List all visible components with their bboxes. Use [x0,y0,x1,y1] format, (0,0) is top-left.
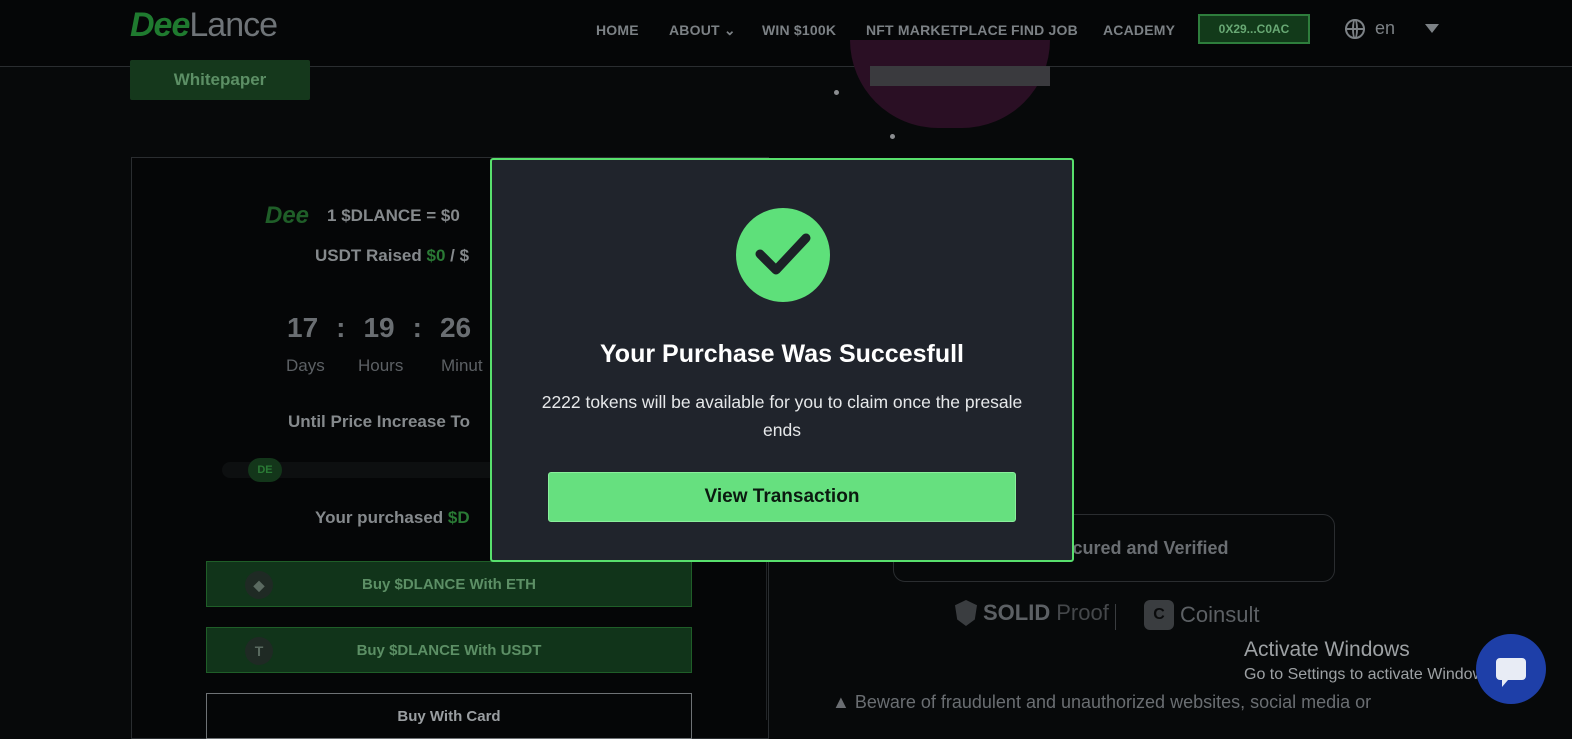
whitepaper-button[interactable]: Whitepaper [130,60,310,100]
nav-about-label: ABOUT [669,22,720,38]
nav-win[interactable]: WIN $100K [762,22,836,38]
coinsult-label: Coinsult [1180,602,1260,627]
buy-usdt-label: Buy $DLANCE With USDT [356,641,542,659]
activate-title: Activate Windows [1244,638,1410,661]
nav-nft-marketplace[interactable]: NFT MARKETPLACE [866,22,1007,38]
price-increase-text: Until Price Increase To [288,412,471,431]
purchased-token: $D [447,508,470,527]
activate-subtitle: Go to Settings to activate Windows. [1244,666,1497,683]
buy-with-card-button[interactable]: Buy With Card [206,693,692,739]
caret-down-icon [1425,24,1440,33]
countdown-timer: 17 : 19 : 26 [287,312,471,344]
globe-icon [1345,18,1365,39]
progress-knob: DE [248,458,282,482]
language-label: en [1375,18,1396,38]
buy-with-usdt-button[interactable]: T Buy $DLANCE With USDT [206,627,692,673]
nav-academy[interactable]: ACADEMY [1103,22,1175,38]
language-selector[interactable]: en [1345,18,1440,39]
chat-icon [1496,658,1526,687]
chat-button[interactable] [1476,634,1546,704]
timer-minutes-label: Minut [441,356,483,375]
fraud-warning-text: Beware of fraudulent and unauthorized we… [854,692,1372,712]
raised-value: $0 [426,246,446,265]
coinsult-icon: C [1144,600,1174,630]
audit-divider [1115,604,1116,630]
chevron-down-icon: ⌄ [723,22,736,38]
timer-minutes: 26 [439,312,472,343]
raised-label: USDT Raised [315,246,422,265]
solidproof-logo[interactable]: SOLID Proof [955,600,1109,626]
buy-with-eth-button[interactable]: ◆ Buy $DLANCE With ETH [206,561,692,607]
wallet-address-button[interactable]: 0X29...C0AC [1198,14,1310,44]
success-check-icon [736,208,830,302]
purchased-label: Your purchased [315,508,444,527]
timer-colon: : [412,312,422,343]
checkmark-icon [755,233,811,275]
coinsult-logo[interactable]: C Coinsult [1144,600,1259,630]
decor-dot [890,134,895,139]
tether-icon: T [245,637,273,665]
raised-separator: / $ [445,246,470,265]
shield-icon [955,600,977,626]
hero-illustration-top [870,66,1050,86]
timer-days-label: Days [286,356,325,375]
buy-eth-label: Buy $DLANCE With ETH [361,575,537,593]
token-rate: Dee 1 $DLANCE = $0 [265,202,460,230]
logo-lance: Lance [189,6,278,44]
timer-colon: : [336,312,346,343]
fraud-warning: ▲ Beware of fraudulent and unauthorized … [832,692,1371,713]
modal-title: Your Purchase Was Succesfull [599,340,964,368]
modal-message: 2222 tokens will be available for you to… [541,392,1023,440]
solidproof-light: Proof [1056,600,1109,625]
dee-mini-logo: Dee [265,202,310,229]
rate-text: 1 $DLANCE = $0 [327,206,460,225]
nav-find-job[interactable]: FIND JOB [1011,22,1078,38]
timer-hours: 19 [363,312,395,343]
top-navbar: DeeLance HOME ABOUT ⌄ WIN $100K NFT MARK… [0,0,1572,67]
nav-about[interactable]: ABOUT ⌄ [669,22,736,39]
decor-dot [834,90,839,95]
logo-dee: Dee [130,6,190,44]
buy-card-label: Buy With Card [397,707,501,725]
solidproof-bold: SOLID [983,600,1051,625]
usdt-raised: USDT Raised $0 / $ [315,246,469,266]
activate-windows-watermark: Activate Windows Go to Settings to activ… [1244,638,1497,684]
timer-days: 17 [287,312,319,343]
nav-home[interactable]: HOME [596,22,639,38]
timer-hours-label: Hours [358,356,404,375]
purchase-success-modal: Your Purchase Was Succesfull 2222 tokens… [490,158,1074,562]
warning-icon: ▲ [832,692,850,712]
column-divider [766,560,767,720]
purchased-amount: Your purchased $D [315,508,470,528]
view-transaction-button[interactable]: View Transaction [548,472,1016,522]
deelance-logo[interactable]: DeeLance [130,6,278,45]
ethereum-icon: ◆ [245,571,273,599]
